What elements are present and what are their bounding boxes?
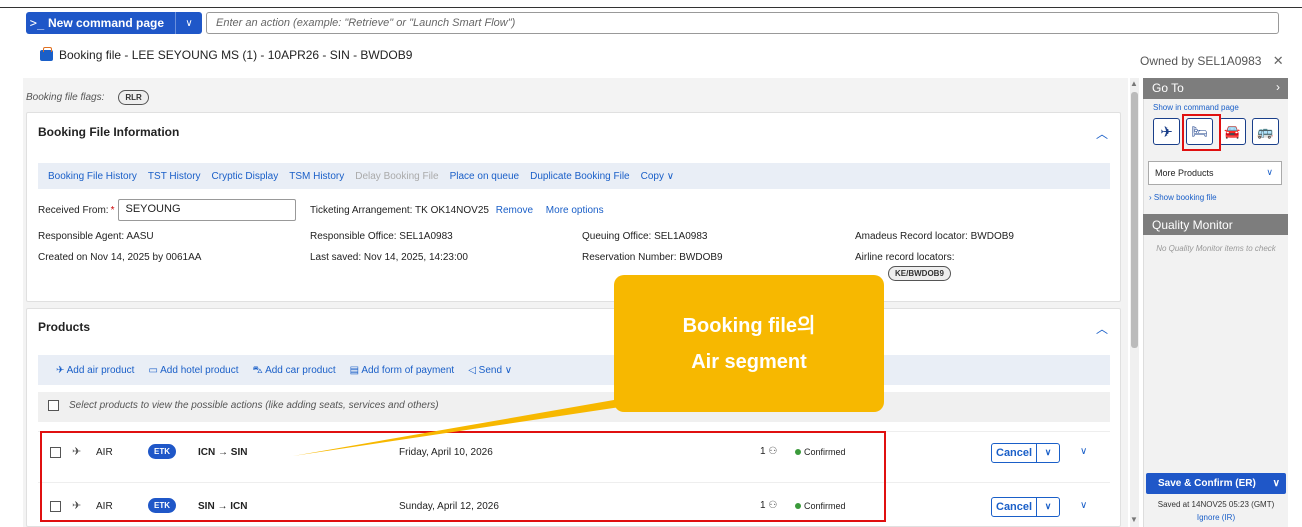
reservation-number: Reservation Number: BWDOB9	[582, 252, 723, 263]
booking-flags: Booking file flags: RLR	[26, 90, 149, 105]
responsible-agent: Responsible Agent: AASU	[38, 231, 154, 242]
copy-dropdown[interactable]: Copy ∨	[641, 171, 674, 182]
top-border	[0, 7, 1302, 8]
owned-by-label: Owned by SEL1A0983	[1140, 54, 1262, 68]
card-icon: ▤	[349, 365, 362, 376]
callout-bubble: Booking file의 Air segment	[614, 275, 884, 412]
show-in-command-page-link[interactable]: Show in command page	[1153, 103, 1239, 112]
owner-info: Owned by SEL1A0983 ✕	[1140, 53, 1284, 69]
plane-outline-icon: ✈︎	[56, 365, 67, 376]
page-title: Booking file - LEE SEYOUNG MS (1) - 10AP…	[59, 48, 413, 62]
received-from-input[interactable]: SEYOUNG	[118, 199, 297, 221]
received-from: Received From: * SEYOUNG	[38, 199, 297, 221]
airline-locator-badge[interactable]: KE/BWDOB9	[888, 266, 951, 281]
chevron-down-icon: ∨	[1266, 167, 1273, 177]
tst-history-link[interactable]: TST History	[148, 171, 201, 182]
last-saved: Last saved: Nov 14, 2025, 14:23:00	[310, 252, 468, 263]
flag-badge[interactable]: RLR	[118, 90, 149, 105]
hotel-highlight-box	[1182, 114, 1221, 151]
more-options-link[interactable]: More options	[546, 205, 604, 216]
booking-file-history-link[interactable]: Booking File History	[48, 171, 137, 182]
more-products-label: More Products	[1155, 168, 1214, 178]
chevron-down-icon[interactable]: ∨	[176, 18, 202, 29]
command-input[interactable]: Enter an action (example: "Retrieve" or …	[206, 12, 1279, 34]
products-title: Products	[38, 320, 91, 334]
expand-icon[interactable]: ∨	[1080, 500, 1087, 511]
show-booking-file-link[interactable]: › Show booking file	[1149, 193, 1217, 202]
received-from-label: Received From:	[38, 204, 109, 216]
created-on: Created on Nov 14, 2025 by 0061AA	[38, 252, 202, 263]
scroll-up-arrow[interactable]: ▲	[1130, 79, 1138, 88]
highlight-box	[40, 431, 886, 522]
scroll-thumb[interactable]	[1131, 92, 1138, 348]
add-hotel-product-button[interactable]: ▭ Add hotel product	[148, 365, 238, 378]
briefcase-icon	[40, 46, 53, 61]
save-confirm-button[interactable]: Save & Confirm (ER) ∨	[1146, 473, 1286, 494]
amadeus-locator: Amadeus Record locator: BWDOB9	[855, 231, 1014, 242]
booking-toolbar-links: Booking File History TST History Cryptic…	[48, 171, 674, 182]
ticketing-arrangement: Ticketing Arrangement: TK OK14NOV25 Remo…	[310, 205, 604, 216]
cryptic-display-link[interactable]: Cryptic Display	[212, 171, 279, 182]
close-icon[interactable]: ✕	[1273, 53, 1284, 68]
add-hotel-product-label: Add hotel product	[160, 365, 239, 376]
tsm-history-link[interactable]: TSM History	[289, 171, 344, 182]
add-car-product-label: Add car product	[265, 365, 336, 376]
booking-file-title: Booking file - LEE SEYOUNG MS (1) - 10AP…	[40, 46, 413, 62]
new-command-label: New command page	[48, 16, 165, 30]
flags-label: Booking file flags:	[26, 92, 105, 103]
cancel-label[interactable]: Cancel	[992, 498, 1038, 516]
required-marker: *	[110, 204, 115, 216]
remove-link[interactable]: Remove	[496, 205, 533, 216]
saved-at: Saved at 14NOV25 05:23 (GMT)	[1157, 500, 1275, 509]
send-dropdown[interactable]: ◁ Send ∨	[468, 365, 512, 378]
responsible-office: Responsible Office: SEL1A0983	[310, 231, 453, 242]
send-icon: ◁	[468, 365, 479, 376]
chevron-down-icon[interactable]: ∨	[1037, 498, 1059, 516]
ticketing-arrangement-text: Ticketing Arrangement: TK OK14NOV25	[310, 205, 489, 216]
plane-icon[interactable]: ✈	[1153, 118, 1180, 145]
goto-title: Go To	[1152, 81, 1184, 95]
car-icon: ⛍	[252, 365, 266, 376]
chevron-right-icon[interactable]: ›	[1276, 80, 1280, 94]
select-hint: Select products to view the possible act…	[69, 400, 439, 411]
more-products-select[interactable]: More Products ∨	[1148, 161, 1282, 185]
goto-header: Go To ›	[1143, 78, 1288, 99]
place-on-queue-link[interactable]: Place on queue	[450, 171, 520, 182]
select-all-checkbox[interactable]	[48, 400, 59, 411]
add-air-product-label: Add air product	[66, 365, 135, 376]
chevron-down-icon[interactable]: ∨	[1037, 444, 1059, 462]
add-form-of-payment-button[interactable]: ▤ Add form of payment	[350, 365, 455, 378]
add-form-of-payment-label: Add form of payment	[361, 365, 455, 376]
collapse-icon[interactable]: ︿	[1096, 125, 1108, 142]
transfer-icon[interactable]: 🚌	[1252, 118, 1279, 145]
airline-locators-label: Airline record locators:	[855, 252, 955, 263]
quality-monitor-empty: No Quality Monitor items to check	[1156, 244, 1276, 253]
select-all-row: Select products to view the possible act…	[48, 400, 439, 411]
bed-icon: ▭	[148, 365, 161, 376]
chevron-down-icon[interactable]: ∨	[1273, 478, 1280, 489]
duplicate-booking-file-link[interactable]: Duplicate Booking File	[530, 171, 630, 182]
booking-info-title: Booking File Information	[38, 125, 180, 139]
send-label: Send ∨	[478, 365, 513, 376]
cancel-button[interactable]: Cancel ∨	[991, 497, 1061, 517]
collapse-icon[interactable]: ︿	[1096, 320, 1108, 337]
scroll-down-arrow[interactable]: ▼	[1130, 515, 1138, 524]
terminal-icon: >_	[29, 16, 45, 30]
add-car-product-button[interactable]: ⛍ Add car product	[253, 365, 336, 378]
expand-icon[interactable]: ∨	[1080, 446, 1087, 457]
save-confirm-label: Save & Confirm (ER)	[1158, 478, 1256, 489]
add-air-product-button[interactable]: ✈︎ Add air product	[56, 365, 134, 378]
cancel-label[interactable]: Cancel	[992, 444, 1038, 462]
delay-booking-file-link: Delay Booking File	[355, 171, 439, 182]
queuing-office: Queuing Office: SEL1A0983	[582, 231, 708, 242]
car-icon[interactable]: 🚘	[1219, 118, 1246, 145]
new-command-page-button[interactable]: >_ New command page ∨	[26, 12, 202, 34]
ignore-link[interactable]: Ignore (IR)	[1150, 513, 1282, 522]
cancel-button[interactable]: Cancel ∨	[991, 443, 1061, 463]
callout-line2: Air segment	[691, 351, 807, 373]
quality-monitor-header: Quality Monitor	[1143, 214, 1288, 235]
products-actions: ✈︎ Add air product ▭ Add hotel product ⛍…	[56, 365, 512, 378]
callout-line1: Booking file의	[682, 315, 816, 337]
